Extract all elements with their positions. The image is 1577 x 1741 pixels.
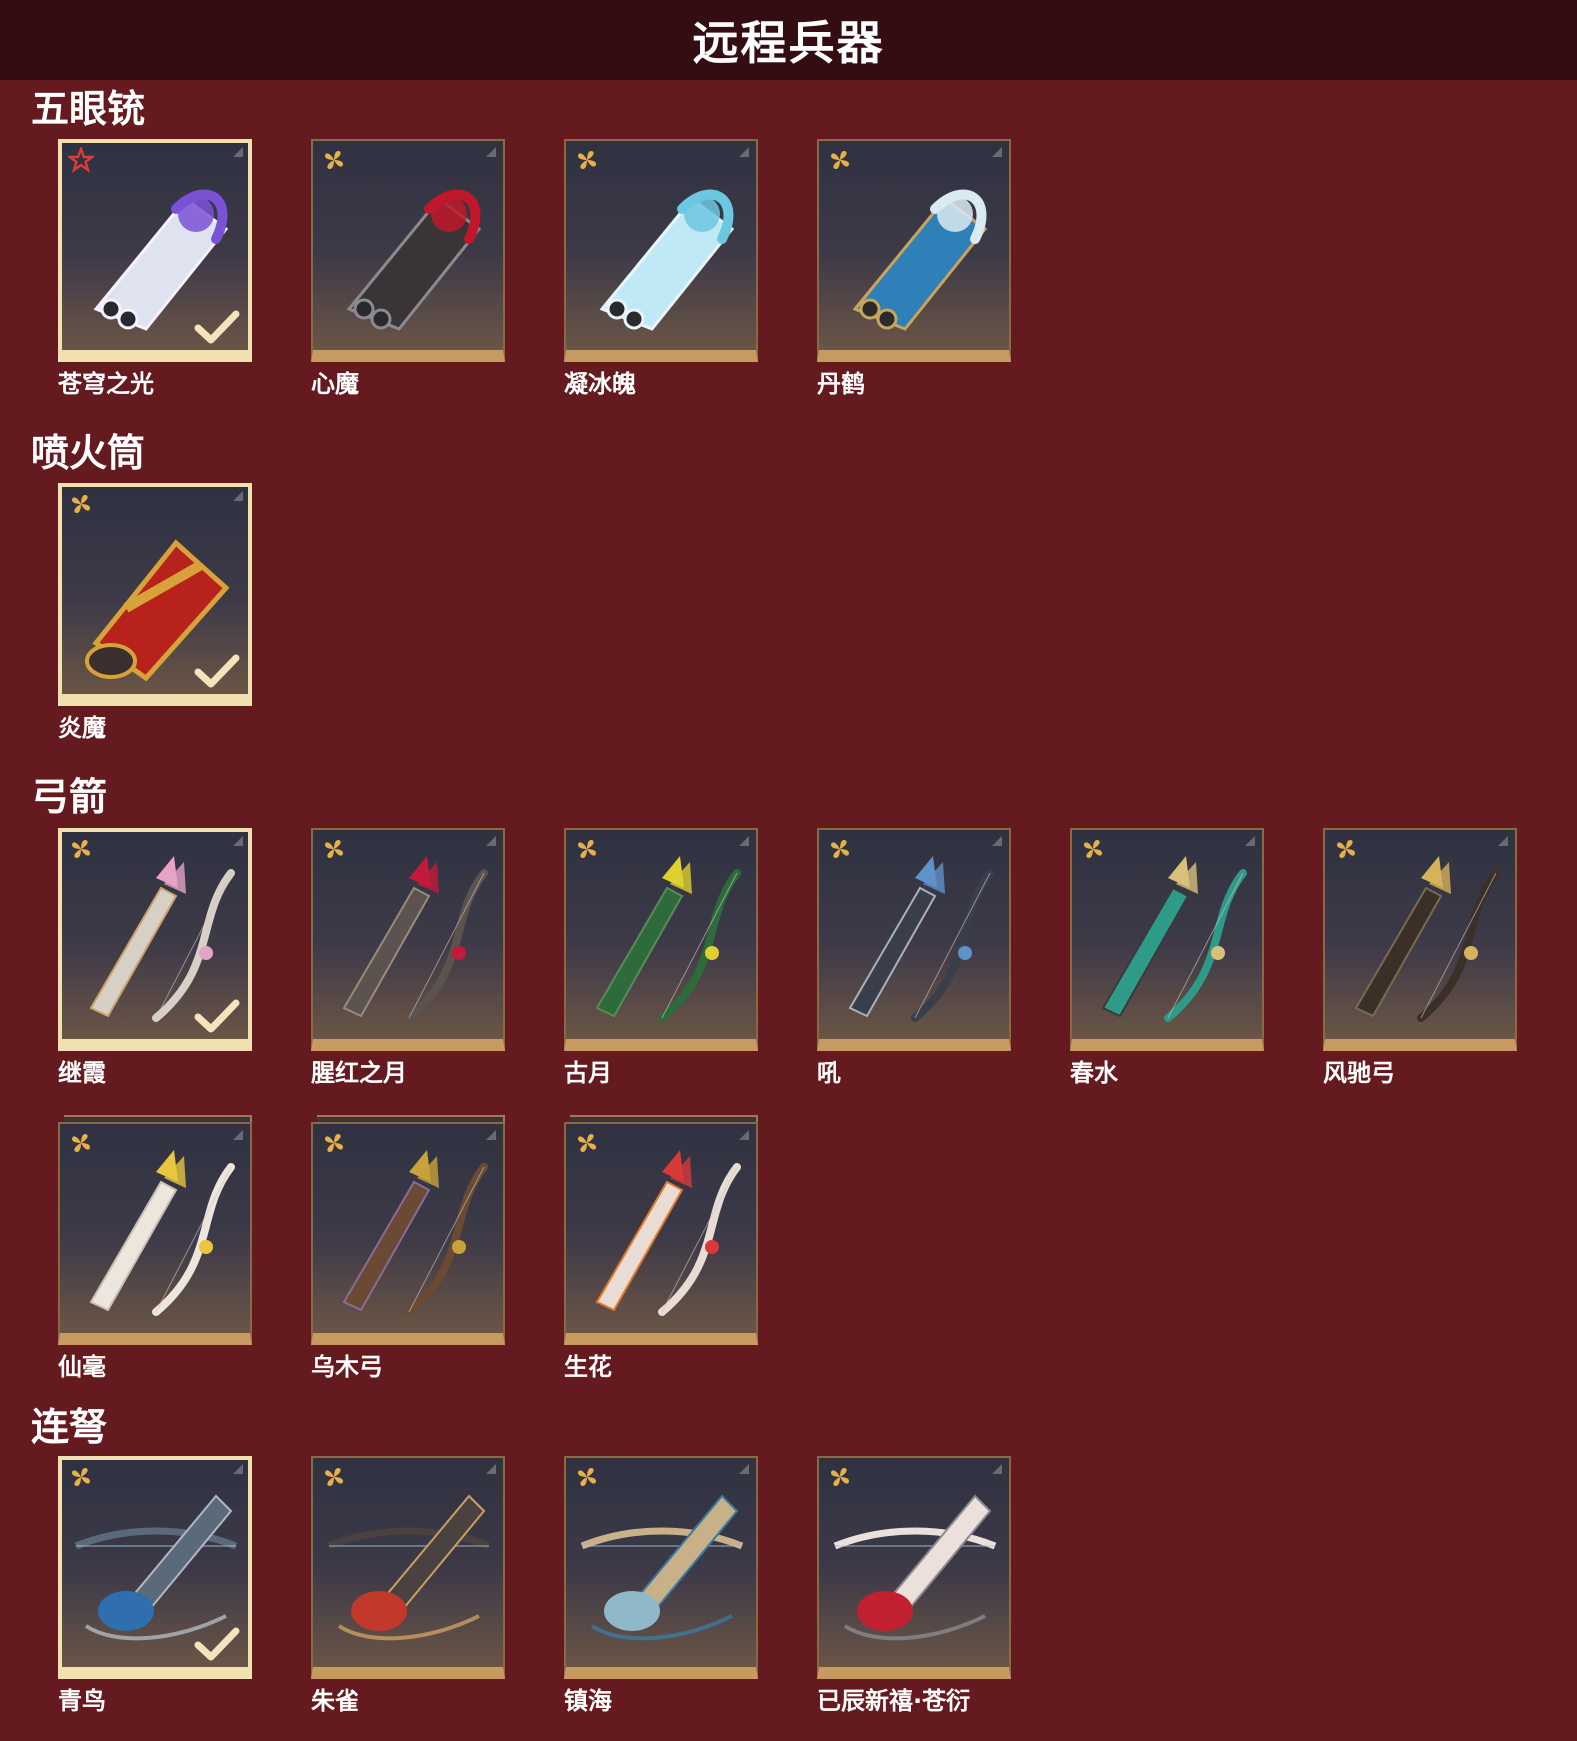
- corner-tag-icon: [486, 1130, 496, 1140]
- weapon-name: 丹鹤: [817, 370, 865, 398]
- corner-tag-icon: [1245, 836, 1255, 846]
- checkmark-icon: [194, 654, 240, 688]
- weapon-image: [89, 1150, 235, 1316]
- weapon-name: 古月: [564, 1059, 612, 1087]
- weapon-image: [327, 1494, 491, 1641]
- weapon-name: 腥红之月: [311, 1059, 407, 1087]
- weapon-card[interactable]: 风驰弓: [1323, 828, 1517, 1087]
- weapon-name: 镇海: [564, 1687, 612, 1715]
- weapon-card[interactable]: 苍穹之光: [58, 139, 252, 398]
- corner-tag-icon: [233, 1464, 243, 1474]
- weapon-name: 炎魔: [58, 714, 106, 742]
- corner-tag-icon: [992, 1464, 1002, 1474]
- section-title-wuyanchong: 五眼铳: [31, 87, 146, 131]
- corner-tag-icon: [486, 147, 496, 157]
- section-title-gongjian: 弓箭: [31, 775, 108, 819]
- section-title-liannu: 连弩: [31, 1405, 108, 1449]
- corner-tag-icon: [486, 836, 496, 846]
- corner-tag-icon: [233, 1130, 243, 1140]
- weapon-name: 青鸟: [58, 1687, 106, 1715]
- weapon-card[interactable]: 心魔: [311, 139, 505, 398]
- weapon-name: 继霞: [58, 1059, 106, 1087]
- weapon-name: 吼: [817, 1059, 841, 1087]
- weapon-image: [852, 189, 988, 331]
- weapon-image: [346, 189, 482, 331]
- weapon-card[interactable]: 腥红之月: [311, 828, 505, 1087]
- page-title: 远程兵器: [692, 16, 885, 70]
- weapon-card[interactable]: 乌木弓: [311, 1115, 505, 1381]
- weapon-image: [833, 1494, 997, 1641]
- weapon-card[interactable]: 仙毫: [58, 1115, 252, 1381]
- checkmark-icon: [194, 1627, 240, 1661]
- section-title-penhuotong: 喷火筒: [31, 431, 146, 475]
- weapon-image: [595, 856, 741, 1022]
- corner-tag-icon: [739, 836, 749, 846]
- weapon-card[interactable]: 古月: [564, 828, 758, 1087]
- checkmark-icon: [194, 310, 240, 344]
- corner-tag-icon: [739, 147, 749, 157]
- corner-tag-icon: [486, 1464, 496, 1474]
- weapon-name: 心魔: [311, 370, 359, 398]
- weapon-image: [599, 189, 735, 331]
- weapon-image: [580, 1494, 744, 1641]
- corner-tag-icon: [992, 147, 1002, 157]
- checkmark-icon: [194, 999, 240, 1033]
- corner-tag-icon: [233, 491, 243, 501]
- corner-tag-icon: [992, 836, 1002, 846]
- corner-tag-icon: [739, 1130, 749, 1140]
- weapon-card[interactable]: 吼: [817, 828, 1011, 1087]
- weapon-image: [1354, 856, 1500, 1022]
- weapon-name: 苍穹之光: [58, 370, 154, 398]
- weapon-card[interactable]: 凝冰魄: [564, 139, 758, 398]
- weapon-card[interactable]: 镇海: [564, 1456, 758, 1715]
- weapon-name: 风驰弓: [1323, 1059, 1395, 1087]
- corner-tag-icon: [233, 147, 243, 157]
- corner-tag-icon: [1498, 836, 1508, 846]
- weapon-image: [342, 856, 488, 1022]
- weapon-card[interactable]: 生花: [564, 1115, 758, 1381]
- weapon-card[interactable]: 春水: [1070, 828, 1264, 1087]
- weapon-image: [595, 1150, 741, 1316]
- corner-tag-icon: [233, 836, 243, 846]
- weapon-card[interactable]: 青鸟: [58, 1456, 252, 1715]
- weapon-name: 朱雀: [311, 1687, 359, 1715]
- weapon-card[interactable]: 炎魔: [58, 483, 252, 742]
- weapon-image: [1101, 856, 1247, 1022]
- weapon-name: 已辰新禧·苍衍: [817, 1687, 971, 1715]
- weapon-name: 生花: [564, 1353, 612, 1381]
- weapon-name: 春水: [1070, 1059, 1118, 1087]
- corner-tag-icon: [739, 1464, 749, 1474]
- weapon-name: 仙毫: [58, 1353, 106, 1381]
- weapon-image: [848, 856, 994, 1022]
- weapon-image: [342, 1150, 488, 1316]
- weapon-card[interactable]: 已辰新禧·苍衍: [817, 1456, 1011, 1715]
- weapon-name: 乌木弓: [311, 1353, 383, 1381]
- weapon-card[interactable]: 丹鹤: [817, 139, 1011, 398]
- weapon-name: 凝冰魄: [564, 370, 636, 398]
- page-header: 远程兵器: [0, 0, 1577, 80]
- weapon-card[interactable]: 继霞: [58, 828, 252, 1087]
- weapon-card[interactable]: 朱雀: [311, 1456, 505, 1715]
